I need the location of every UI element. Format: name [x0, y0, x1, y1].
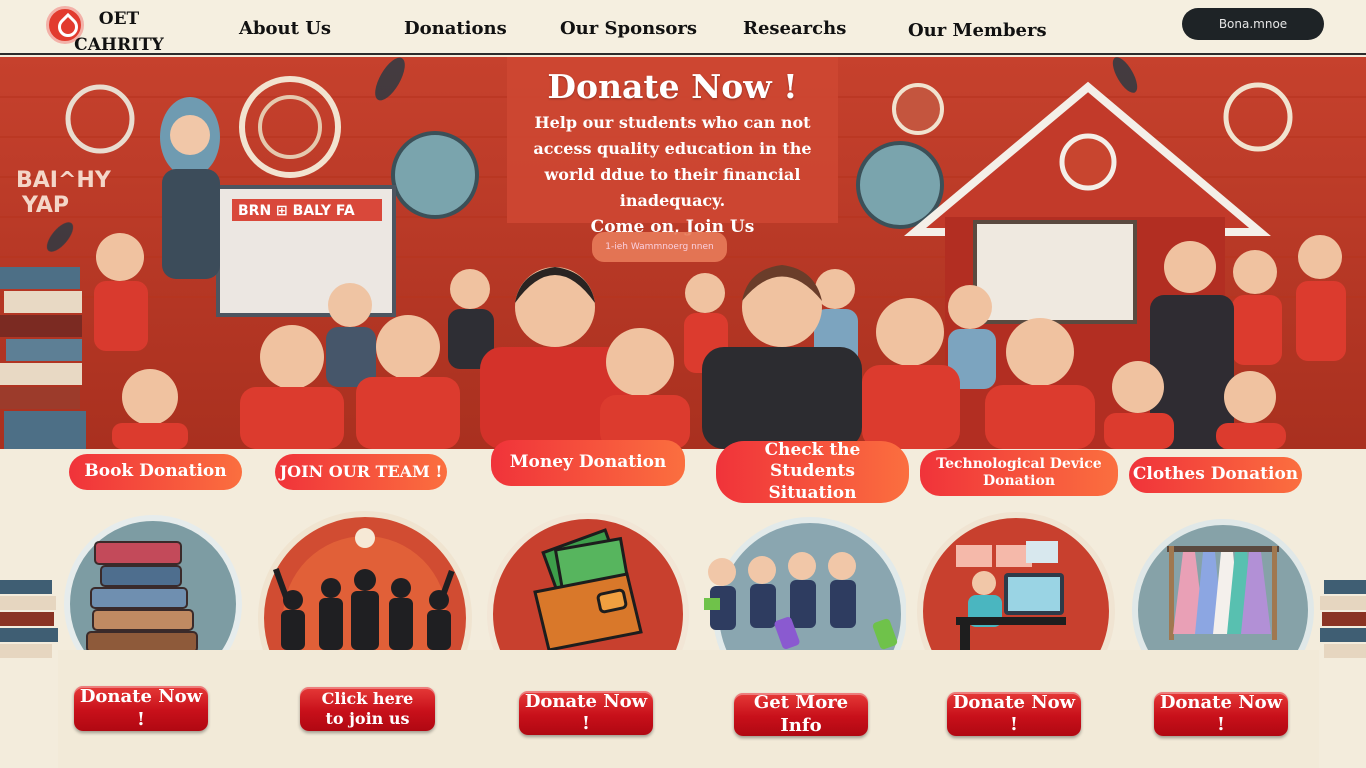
side-books-left-icon [0, 580, 58, 658]
nav-donations[interactable]: Donations [404, 18, 507, 39]
books-icon [64, 515, 242, 652]
category-clothes-donation[interactable]: Clothes Donation [1129, 457, 1302, 493]
device-donate-button[interactable]: Donate Now ! [947, 692, 1081, 736]
svg-text:BAI^HY: BAI^HY [16, 168, 112, 193]
join-us-button[interactable]: Click here to join us [300, 687, 435, 731]
computer-icon [917, 512, 1115, 652]
category-join-our-team[interactable]: JOIN OUR TEAM ! [275, 454, 447, 490]
category-technological-device-donation[interactable]: Technological Device Donation [920, 450, 1118, 496]
clothes-donate-button[interactable]: Donate Now ! [1154, 692, 1288, 736]
header-donate-button[interactable]: Bona.mnoe [1182, 8, 1324, 40]
nav-researchs[interactable]: Researchs [743, 18, 846, 39]
students-info-button[interactable]: Get More Info [734, 692, 868, 736]
hero-title: Donate Now ! [547, 67, 798, 106]
nav-our-sponsors[interactable]: Our Sponsors [560, 18, 697, 39]
svg-text:YAP: YAP [21, 193, 69, 218]
brand-name[interactable]: OET CAHRITY [68, 6, 170, 58]
category-book-donation[interactable]: Book Donation [69, 454, 242, 490]
team-icon [258, 511, 472, 652]
wallet-icon [487, 513, 689, 652]
category-check-students-situation[interactable]: Check the Students Situation [716, 440, 909, 503]
svg-text:BRN ⊞ BALY FA: BRN ⊞ BALY FA [238, 203, 355, 219]
bottom-panel [58, 650, 1319, 768]
money-donate-button[interactable]: Donate Now ! [519, 691, 653, 735]
book-donate-button[interactable]: Donate Now ! [74, 686, 208, 731]
category-money-donation[interactable]: Money Donation [491, 440, 685, 486]
side-books-right-icon [1320, 580, 1366, 658]
students-icon [704, 517, 906, 652]
hero-description: Help our students who can not access qua… [533, 113, 812, 210]
hero-banner: BAI^HY YAP BRN ⊞ BALY FA Donate Now ! He… [0, 57, 1366, 449]
hero-cta-button[interactable]: 1-ieh Wammnoerg nnen [592, 232, 727, 262]
site-header: OET CAHRITY About Us Donations Our Spons… [0, 0, 1366, 55]
nav-about-us[interactable]: About Us [239, 18, 331, 39]
hero-message-panel: Donate Now ! Help our students who can n… [507, 57, 838, 237]
nav-our-members[interactable]: Our Members [908, 20, 1047, 41]
clothes-icon [1132, 519, 1314, 652]
